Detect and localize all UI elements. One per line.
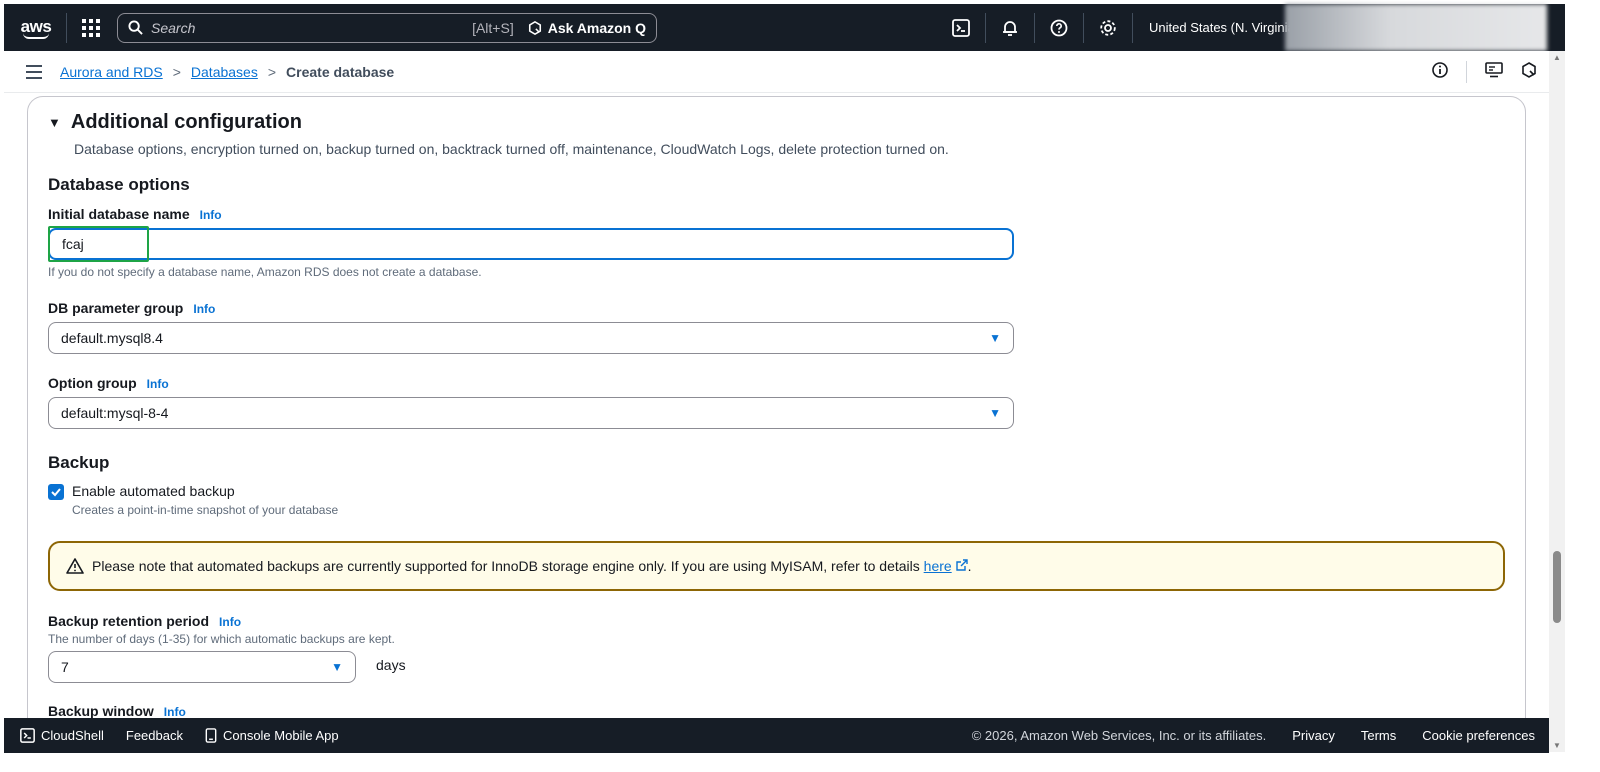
retention-select[interactable]: 7 ▼	[48, 651, 356, 683]
amazon-q-icon	[528, 20, 541, 35]
feedback-link[interactable]: Feedback	[126, 728, 183, 743]
footer: CloudShell Feedback Console Mobile App ©…	[4, 718, 1549, 753]
mobile-app-icon	[205, 728, 217, 743]
initial-db-name-label-text: Initial database name	[48, 206, 190, 222]
info-link[interactable]: Info	[193, 302, 215, 316]
additional-configuration-toggle[interactable]: ▼ Additional configuration	[48, 111, 302, 134]
alert-suffix: .	[967, 558, 972, 574]
cloudshell-label: CloudShell	[41, 728, 104, 743]
console-mobile-app-link[interactable]: Console Mobile App	[205, 728, 339, 743]
search-icon	[128, 20, 143, 35]
warning-icon	[66, 558, 84, 574]
page-scrollbar[interactable]: ▲ ▼	[1549, 51, 1565, 752]
copyright: © 2026, Amazon Web Services, Inc. or its…	[971, 728, 1267, 743]
caret-down-icon: ▼	[48, 115, 61, 130]
breadcrumb-current: Create database	[286, 63, 395, 80]
help-icon[interactable]	[1035, 4, 1083, 51]
notifications-bell-icon[interactable]	[986, 4, 1034, 51]
dropdown-caret-icon: ▼	[331, 660, 343, 674]
search-shortcut: [Alt+S]	[472, 19, 514, 36]
highlight-box	[48, 226, 149, 262]
option-group-select[interactable]: default:mysql-8-4 ▼	[48, 397, 1014, 429]
backup-window-label-text: Backup window	[48, 703, 154, 718]
feedback-monitor-icon[interactable]	[1485, 61, 1503, 83]
alert-text: Please note that automated backups are c…	[92, 558, 920, 574]
retention-value: 7	[61, 659, 69, 675]
cloudshell-icon	[20, 728, 35, 743]
retention-unit: days	[376, 657, 406, 673]
info-circle-icon[interactable]	[1432, 61, 1448, 83]
scroll-down-icon[interactable]: ▼	[1553, 741, 1561, 750]
section-description: Database options, encryption turned on, …	[74, 141, 949, 157]
alert-here-link[interactable]: here	[924, 558, 952, 574]
param-group-label: DB parameter group Info	[48, 300, 215, 316]
enable-backup-description: Creates a point-in-time snapshot of your…	[72, 503, 339, 517]
info-link[interactable]: Info	[147, 377, 169, 391]
cloudshell-footer-button[interactable]: CloudShell	[20, 728, 104, 743]
settings-gear-icon[interactable]	[1084, 4, 1132, 51]
breadcrumb: Aurora and RDS > Databases > Create data…	[60, 64, 394, 80]
option-group-value: default:mysql-8-4	[61, 405, 169, 421]
initial-db-name-input[interactable]: fcaj	[48, 228, 1014, 260]
retention-label: Backup retention period Info	[48, 613, 241, 629]
services-grid-icon[interactable]	[73, 10, 109, 46]
privacy-link[interactable]: Privacy	[1292, 728, 1335, 743]
database-options-heading: Database options	[48, 175, 190, 194]
terms-link[interactable]: Terms	[1361, 728, 1396, 743]
backup-warning-alert: Please note that automated backups are c…	[48, 541, 1505, 591]
info-link[interactable]: Info	[200, 208, 222, 222]
scrollbar-thumb[interactable]	[1553, 551, 1561, 623]
breadcrumb-databases[interactable]: Databases	[191, 64, 258, 80]
account-menu[interactable]	[1285, 4, 1547, 51]
param-group-label-text: DB parameter group	[48, 300, 184, 316]
dropdown-caret-icon: ▼	[989, 331, 1001, 345]
param-group-value: default.mysql8.4	[61, 330, 163, 346]
enable-backup-checkbox-row[interactable]: Enable automated backup Creates a point-…	[48, 483, 338, 517]
section-title: Additional configuration	[70, 111, 302, 133]
menu-hamburger-icon[interactable]	[14, 64, 54, 79]
cookie-preferences-link[interactable]: Cookie preferences	[1422, 728, 1535, 743]
info-link[interactable]: Info	[219, 615, 241, 629]
info-link[interactable]: Info	[164, 705, 186, 718]
amazon-q-panel-icon[interactable]	[1521, 61, 1537, 83]
search-input[interactable]: Search [Alt+S] Ask Amazon Q	[117, 12, 657, 43]
initial-db-name-label: Initial database name Info	[48, 206, 222, 222]
breadcrumb-bar: Aurora and RDS > Databases > Create data…	[4, 51, 1549, 93]
ask-amazon-q-label: Ask Amazon Q	[547, 19, 646, 36]
breadcrumb-aurora-rds[interactable]: Aurora and RDS	[60, 64, 163, 80]
cloudshell-icon[interactable]	[937, 4, 985, 51]
enable-backup-checkbox[interactable]	[48, 484, 64, 500]
retention-help: The number of days (1-35) for which auto…	[48, 632, 395, 646]
main-content: ▼ Additional configuration Database opti…	[4, 94, 1549, 718]
dropdown-caret-icon: ▼	[989, 406, 1001, 420]
breadcrumb-chevron-icon: >	[172, 63, 181, 80]
additional-configuration-panel: ▼ Additional configuration Database opti…	[27, 96, 1526, 718]
region-label: United States (N. Virginia)	[1149, 20, 1300, 35]
option-group-label: Option group Info	[48, 375, 169, 391]
scroll-up-icon[interactable]: ▲	[1553, 53, 1561, 62]
backup-heading: Backup	[48, 453, 110, 472]
mobile-app-label: Console Mobile App	[222, 728, 339, 743]
breadcrumb-chevron-icon: >	[267, 63, 277, 80]
search-placeholder: Search	[151, 19, 196, 36]
param-group-select[interactable]: default.mysql8.4 ▼	[48, 322, 1014, 354]
ask-amazon-q-button[interactable]: Ask Amazon Q	[528, 20, 646, 36]
retention-label-text: Backup retention period	[48, 613, 210, 629]
external-link-icon	[955, 559, 968, 571]
option-group-label-text: Option group	[48, 375, 137, 391]
backup-window-label: Backup window Info	[48, 703, 186, 718]
initial-db-name-help: If you do not specify a database name, A…	[48, 265, 482, 279]
aws-logo[interactable]: aws	[4, 4, 60, 51]
enable-backup-label: Enable automated backup	[72, 483, 235, 499]
top-navigation: aws Search [Alt+S] Ask Amazon Q United S…	[4, 4, 1565, 51]
